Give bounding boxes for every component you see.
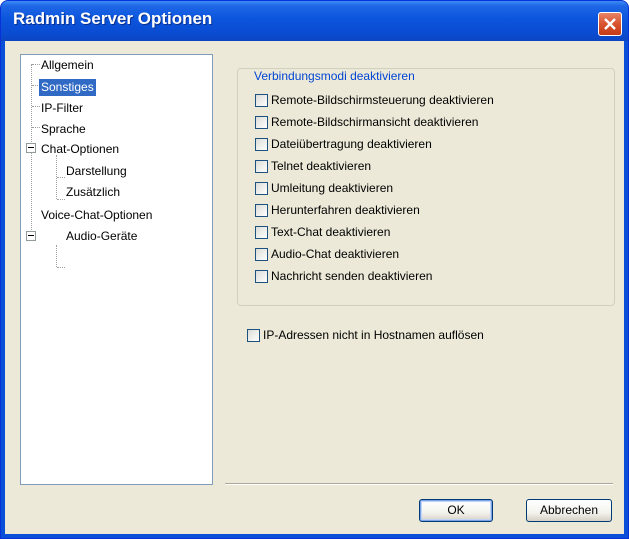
tree-item-chat-options[interactable]: Chat-Optionen (39, 141, 121, 158)
checkbox-label[interactable]: Telnet deaktivieren (271, 159, 371, 173)
close-button[interactable] (598, 12, 622, 36)
tree-branch-line (57, 267, 65, 268)
dialog-client: Allgemein Sonstiges IP-Filter Sprache Ch… (5, 41, 624, 534)
tree-item-darstellung[interactable]: Darstellung (64, 163, 129, 180)
options-dialog: Radmin Server Optionen Allgemein Sonstig… (0, 0, 629, 539)
checkbox[interactable] (255, 94, 268, 107)
tree-item-ip-filter[interactable]: IP-Filter (39, 100, 85, 117)
checkbox[interactable] (255, 204, 268, 217)
ip-resolve-label[interactable]: IP-Adressen nicht in Hostnamen auflösen (263, 328, 484, 342)
window-title: Radmin Server Optionen (13, 9, 213, 28)
checkbox-label[interactable]: Audio-Chat deaktivieren (271, 247, 399, 261)
button-separator (225, 483, 613, 485)
close-icon (604, 18, 616, 30)
tree-item-sonstiges[interactable]: Sonstiges (39, 79, 96, 96)
checkbox[interactable] (255, 226, 268, 239)
title-bar[interactable]: Radmin Server Optionen (1, 1, 628, 41)
checkbox-label[interactable]: Remote-Bildschirmansicht deaktivieren (271, 115, 478, 129)
checkbox[interactable] (255, 138, 268, 151)
checkbox[interactable] (255, 248, 268, 261)
connection-modes-legend: Verbindungsmodi deaktivieren (251, 69, 418, 83)
tree-child-line (56, 245, 57, 267)
voice-chat-options-collapse-icon[interactable] (26, 231, 36, 241)
cancel-button[interactable]: Abbrechen (526, 499, 612, 522)
checkbox-label[interactable]: Text-Chat deaktivieren (271, 225, 390, 239)
tree-item-zusaetzlich[interactable]: Zusätzlich (64, 184, 122, 201)
ip-resolve-checkbox[interactable] (247, 329, 260, 342)
tree-item-allgemein[interactable]: Allgemein (39, 57, 96, 74)
checkbox-label[interactable]: Dateiübertragung deaktivieren (271, 137, 432, 151)
checkbox-label[interactable]: Umleitung deaktivieren (271, 181, 393, 195)
tree-item-sprache[interactable]: Sprache (39, 121, 88, 138)
checkbox[interactable] (255, 160, 268, 173)
tree-item-audio-devices[interactable]: Audio-Geräte (64, 228, 139, 245)
checkbox-label[interactable]: Nachricht senden deaktivieren (271, 269, 432, 283)
ok-button[interactable]: OK (419, 499, 493, 522)
checkbox-label[interactable]: Herunterfahren deaktivieren (271, 203, 420, 217)
chat-options-collapse-icon[interactable] (26, 143, 36, 153)
checkbox[interactable] (255, 182, 268, 195)
checkbox-label[interactable]: Remote-Bildschirmsteuerung deaktivieren (271, 93, 494, 107)
tree-item-voice-chat-options[interactable]: Voice-Chat-Optionen (39, 207, 154, 224)
options-tree[interactable]: Allgemein Sonstiges IP-Filter Sprache Ch… (20, 54, 213, 485)
checkbox[interactable] (255, 116, 268, 129)
checkbox[interactable] (255, 270, 268, 283)
